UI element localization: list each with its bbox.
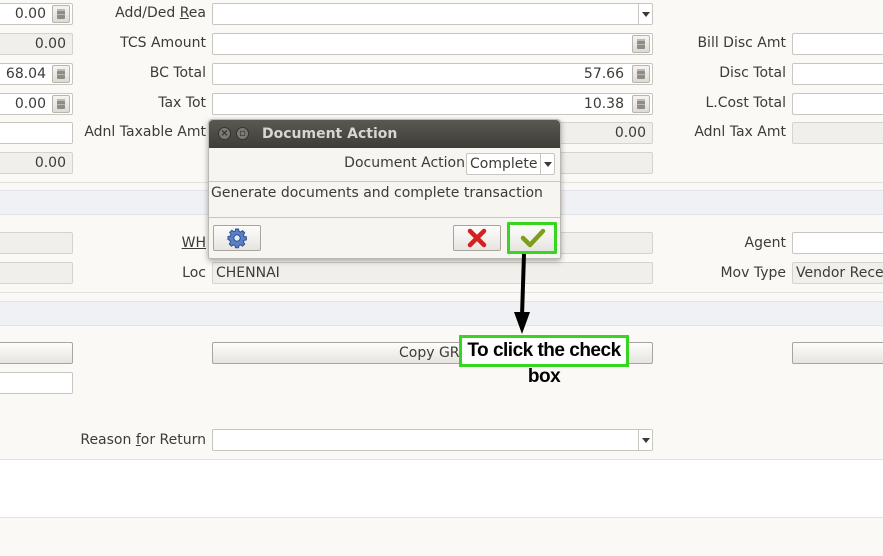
left-amount-field-5[interactable] <box>0 122 73 144</box>
left-amount-field-4[interactable]: 0.00 <box>0 93 73 115</box>
maximize-icon[interactable]: ▫ <box>236 127 249 140</box>
mov-type-label: Mov Type <box>720 265 786 281</box>
section-divider <box>0 517 883 518</box>
action-description-box: Generate documents and complete transact… <box>209 181 560 218</box>
right-button-row[interactable] <box>792 342 883 364</box>
add-ded-rea-select[interactable] <box>212 3 653 25</box>
calculator-icon[interactable] <box>632 35 650 53</box>
ok-button[interactable] <box>507 222 557 254</box>
adnl-tax-amt-label: Adnl Tax Amt <box>694 124 786 140</box>
annotation-callout: To click the check box <box>459 335 629 387</box>
reason-for-return-select[interactable] <box>212 429 653 451</box>
cancel-button[interactable] <box>453 225 501 251</box>
tcs-amount-label: TCS Amount <box>120 35 206 51</box>
calculator-icon[interactable] <box>52 95 70 113</box>
left-field-wh-row <box>0 232 73 254</box>
left-amount-field-3[interactable]: 68.04 <box>0 63 73 85</box>
tax-tot-label: Tax Tot <box>158 95 206 111</box>
calculator-icon[interactable] <box>632 95 650 113</box>
dialog-title: Document Action <box>262 126 398 142</box>
chevron-down-icon[interactable] <box>638 430 652 450</box>
left-button-row[interactable] <box>0 342 73 364</box>
disc-total-field[interactable] <box>792 63 883 85</box>
lcost-total-label: L.Cost Total <box>705 95 786 111</box>
section-band-2 <box>0 301 883 326</box>
tcs-amount-field[interactable] <box>212 33 653 55</box>
disc-total-label: Disc Total <box>719 65 786 81</box>
chevron-down-icon[interactable] <box>638 4 652 24</box>
reason-for-return-label: Reason for Return <box>80 432 206 448</box>
tax-tot-field[interactable]: 10.38 <box>212 93 653 115</box>
loc-field: CHENNAI <box>212 262 653 284</box>
left-field-row8[interactable] <box>0 372 73 394</box>
wh-label: WH <box>181 235 206 251</box>
add-ded-rea-label: Add/Ded Rea <box>115 5 206 21</box>
detail-panel <box>0 460 883 517</box>
loc-label: Loc <box>182 265 206 281</box>
annotation-arrow <box>514 253 530 334</box>
checkmark-icon <box>520 228 546 248</box>
left-field-loc-row <box>0 262 73 284</box>
lcost-total-field[interactable] <box>792 93 883 115</box>
document-action-label: Document Action <box>344 155 465 171</box>
action-description: Generate documents and complete transact… <box>211 185 543 201</box>
chevron-down-icon[interactable] <box>540 154 554 174</box>
adnl-taxable-amt-label: Adnl Taxable Amt <box>84 124 206 140</box>
adnl-tax-amt-field <box>792 122 883 144</box>
left-amount-field-6: 0.00 <box>0 152 73 174</box>
agent-label: Agent <box>744 235 786 251</box>
document-action-dialog: × ▫ Document Action Document Action Comp… <box>208 119 561 259</box>
process-button[interactable] <box>213 225 261 251</box>
bc-total-field[interactable]: 57.66 <box>212 63 653 85</box>
left-amount-field-2: 0.00 <box>0 33 73 55</box>
agent-field[interactable] <box>792 232 883 254</box>
calculator-icon[interactable] <box>52 65 70 83</box>
left-amount-field-1[interactable]: 0.00 <box>0 3 73 25</box>
calculator-icon[interactable] <box>632 65 650 83</box>
section-divider <box>0 292 883 293</box>
close-icon[interactable]: × <box>218 127 231 140</box>
calculator-icon[interactable] <box>52 5 70 23</box>
bill-disc-amt-field[interactable] <box>792 33 883 55</box>
mov-type-field: Vendor Rece <box>792 262 883 284</box>
bc-total-label: BC Total <box>149 65 206 81</box>
document-action-select[interactable]: Complete <box>466 153 555 175</box>
bill-disc-amt-label: Bill Disc Amt <box>697 35 786 51</box>
dialog-titlebar[interactable]: × ▫ Document Action <box>209 120 560 148</box>
cancel-icon <box>467 228 487 248</box>
gear-icon <box>227 228 247 249</box>
